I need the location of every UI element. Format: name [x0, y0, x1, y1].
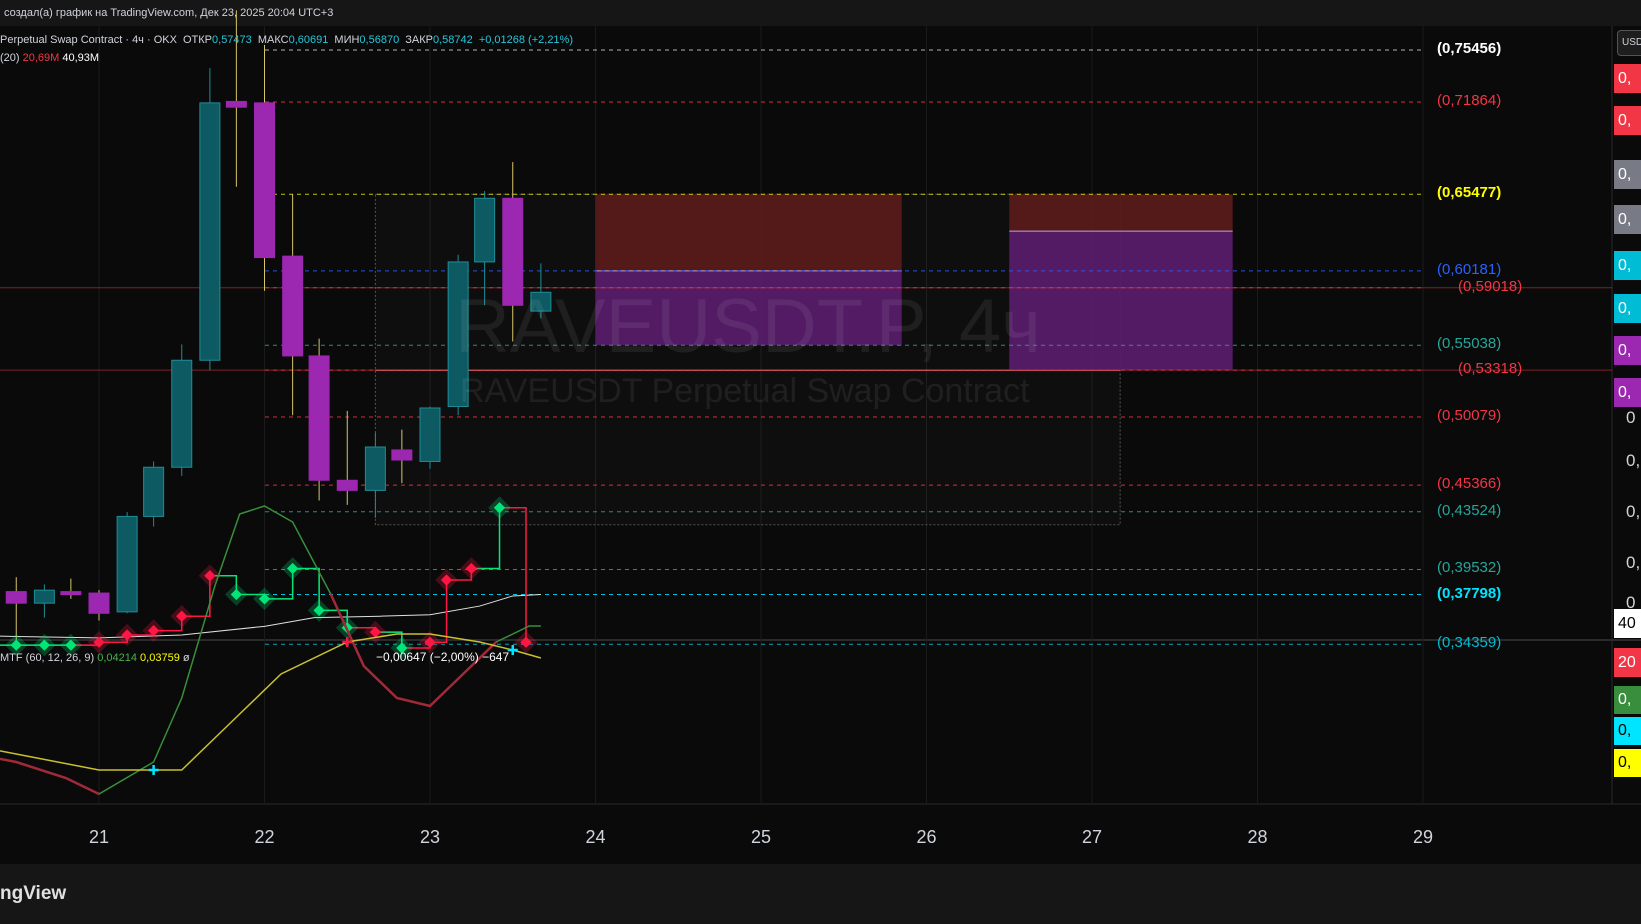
pnl-label: −0,00647 (−2,00%) −647	[376, 650, 510, 664]
time-axis-label: 21	[88, 827, 110, 847]
price-level-label: (0,71864)	[1437, 91, 1502, 109]
macd-cross-marker	[507, 645, 518, 655]
right-axis-tick: 0,	[1626, 451, 1641, 471]
macd-cross-marker	[148, 765, 159, 775]
right-axis-tick: 0,	[1626, 552, 1641, 572]
tradingview-logo: ngView	[0, 883, 67, 904]
right-axis-tag: 0,	[1614, 250, 1641, 280]
right-axis-tag: 0,	[1614, 106, 1641, 136]
time-axis-label: 27	[1081, 827, 1103, 847]
right-axis-tag: 0,	[1614, 159, 1641, 189]
price-level-label: (0,60181)	[1437, 260, 1502, 278]
price-level-label: (0,59018)	[1458, 277, 1523, 295]
candle-body	[225, 100, 247, 108]
right-axis-tag: 0,	[1614, 294, 1641, 324]
position-loss-zone	[1009, 231, 1233, 371]
price-level-label: (0,45366)	[1437, 475, 1502, 493]
candle-body	[254, 102, 275, 259]
macd-value-3: ø	[182, 652, 190, 664]
legend-low: 0,56870	[359, 34, 400, 46]
time-axis-label: 28	[1247, 827, 1268, 847]
price-level-label: (0,43524)	[1437, 501, 1502, 519]
price-level-label: (0,55038)	[1437, 335, 1502, 353]
watermark-name: RAVEUSDT Perpetual Swap Contract	[460, 372, 1030, 410]
watermark-ticker: RAVEUSDT.P, 4ч	[455, 284, 1041, 369]
right-axis-tag: 0,	[1614, 64, 1641, 94]
macd-value-1: 0,04214	[97, 652, 137, 664]
macd-value-2: 0,03759	[140, 652, 180, 664]
macd-axis-tag: 0,	[1614, 686, 1641, 714]
candle-body	[474, 197, 496, 263]
time-axis-label: 29	[1412, 827, 1434, 847]
legend-close-label: ЗАКР	[405, 34, 433, 46]
right-axis-tag: 0,	[1614, 378, 1641, 408]
price-level-label: (0,75456)	[1437, 40, 1502, 57]
candle-body	[336, 479, 358, 491]
macd-axis-tag: 0,	[1614, 749, 1641, 777]
candle-body	[419, 407, 441, 462]
price-level-label: (0,39532)	[1437, 559, 1502, 577]
candle-body	[391, 449, 413, 461]
time-axis-label: 24	[585, 827, 606, 847]
right-axis-tick: 0,	[1626, 502, 1641, 522]
candle-body	[5, 591, 27, 604]
legend-low-label: МИН	[334, 34, 360, 46]
position-profit-zone	[595, 194, 902, 271]
bottom-bar	[0, 864, 1641, 924]
legend-high-label: МАКС	[257, 34, 289, 46]
legend-change: +0,01268 (+2,21%)	[478, 34, 573, 46]
price-chart[interactable]	[0, 0, 1641, 924]
volume-value-1: 20,69M	[22, 52, 60, 64]
price-level-label: (0,37798)	[1437, 584, 1502, 602]
symbol-legend: Perpetual Swap Contract · 4ч · OKX ОТКР0…	[0, 34, 576, 46]
price-level-label: (0,53318)	[1458, 360, 1523, 378]
right-axis-tick: 0	[1626, 408, 1636, 428]
right-axis-tag: 20	[1614, 648, 1641, 678]
candle-body	[199, 102, 221, 361]
candle-body	[60, 591, 82, 596]
price-level-label: (0,34359)	[1437, 634, 1502, 652]
candle-body	[171, 359, 193, 468]
right-axis-tag: 40	[1614, 609, 1641, 639]
candle-body	[88, 592, 110, 614]
time-axis-label: 25	[750, 827, 772, 847]
right-axis-tag: 0,	[1614, 204, 1641, 234]
legend-open: 0,57473	[212, 34, 252, 46]
candle-body	[143, 466, 165, 517]
right-axis-tick: 0	[1626, 593, 1636, 613]
macd-legend: MTF (60, 12, 26, 9) 0,04214 0,03759 ø	[0, 652, 190, 664]
currency-button[interactable]: USD	[1617, 30, 1641, 56]
candle-body	[116, 515, 138, 613]
volume-legend: (20) 20,69M 40,93M	[0, 52, 99, 64]
right-axis-tag: 0,	[1614, 336, 1641, 366]
volume-value-2: 40,93M	[62, 52, 100, 64]
candle-body	[282, 255, 304, 357]
legend-symbol: Perpetual Swap Contract · 4ч · OKX	[0, 34, 177, 46]
time-axis-label: 22	[254, 827, 275, 847]
price-level-label: (0,50079)	[1437, 406, 1502, 424]
legend-close: 0,58742	[432, 34, 473, 46]
candle-body	[33, 589, 55, 604]
candle-body	[364, 446, 386, 491]
price-level-label: (0,65477)	[1437, 184, 1502, 202]
time-axis-label: 23	[419, 827, 441, 847]
volume-prefix: (20)	[0, 52, 20, 64]
legend-open-label: ОТКР	[182, 34, 213, 46]
position-profit-zone	[1009, 194, 1233, 232]
legend-high: 0,60691	[288, 34, 329, 46]
macd-name: MTF (60, 12, 26, 9)	[0, 652, 95, 664]
candle-body	[308, 355, 330, 481]
macd-axis-tag: 0,	[1614, 717, 1641, 745]
time-axis-label: 26	[916, 827, 937, 847]
